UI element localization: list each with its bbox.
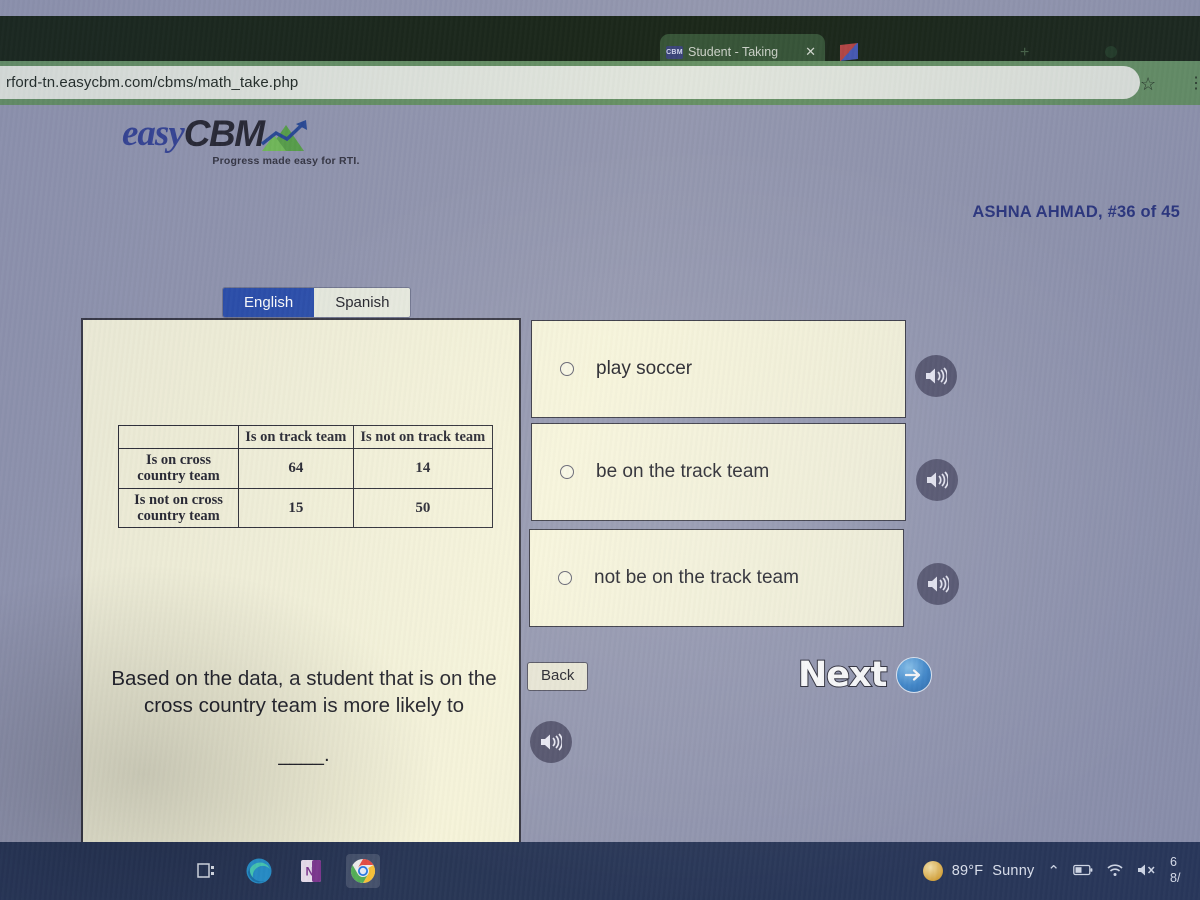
system-tray: 89°F Sunny ⌃ 6 8/ [922,855,1200,886]
page-content: easy CBM Progress made easy for RTI. ASH… [0,105,1200,861]
address-bar[interactable]: rford-tn.easycbm.com/cbms/math_take.php [0,66,1140,99]
clock-date: 8/ [1170,871,1181,885]
chevron-up-icon[interactable]: ⌃ [1047,864,1060,879]
cell-cc-nottrack: 14 [352,448,494,489]
battery-icon[interactable] [1073,864,1093,879]
clock-time: 6 [1170,855,1177,870]
bookmark-star-icon[interactable]: ☆ [1140,74,1156,95]
onenote-icon[interactable]: N [294,854,328,888]
speaker-glyph [927,471,948,489]
task-view-icon[interactable] [190,854,224,888]
tab-title: Student - Taking [688,45,779,59]
edge-glyph [246,858,272,884]
window-control-icon[interactable] [1105,46,1117,58]
row-header-not-cross-country: Is not on cross country team [118,487,239,529]
table-row: Is not on cross country team 15 50 [118,487,494,529]
table-row: Is on cross country team 64 14 [118,448,494,489]
cell-cc-track: 64 [238,448,354,489]
radio-button-1[interactable] [560,362,574,376]
easycbm-logo[interactable]: easy CBM Progress made easy for RTI. [122,115,372,167]
answer-option-3[interactable]: not be on the track team [529,529,904,627]
cell-notcc-track: 15 [238,487,354,529]
language-toggle: English Spanish [222,287,412,318]
answer-option-2-label: be on the track team [596,461,770,482]
taskbar-clock[interactable]: 6 8/ [1170,855,1192,886]
question-panel: Is on track team Is not on track team Is… [81,318,521,861]
logo-tagline: Progress made easy for RTI. [212,155,360,167]
cell-notcc-nottrack: 50 [352,487,494,529]
logo-cbm-text: CBM [183,113,265,154]
weather-widget[interactable]: 89°F Sunny [922,861,1035,881]
svg-text:N: N [306,865,315,879]
radio-button-2[interactable] [560,465,574,479]
battery-glyph [1073,864,1093,875]
browser-toolbar: rford-tn.easycbm.com/cbms/math_take.php … [0,61,1200,105]
arrow-glyph [904,669,920,681]
answer-option-3-label: not be on the track team [594,567,799,588]
task-view-glyph [197,863,214,878]
new-tab-icon[interactable]: + [1020,44,1029,62]
logo-easy-text: easy [122,113,185,154]
column-header-not-on-track: Is not on track team [352,424,494,450]
mountain-arrow-icon [260,118,312,152]
speaker-glyph [928,575,949,593]
windows-taskbar: N 89°F Sunny ⌃ 6 8/ [0,842,1200,900]
background-tab-2[interactable] [330,27,530,57]
table-header-row: Is on track team Is not on track team [118,424,494,450]
speaker-icon-question[interactable] [530,721,572,763]
speaker-icon-option-2[interactable] [916,459,958,501]
edge-icon[interactable] [242,854,276,888]
tab-english[interactable]: English [223,288,315,317]
row-header-cross-country: Is on cross country team [118,448,239,489]
sun-icon [922,861,943,881]
cbm-favicon-icon: CBM [666,45,683,59]
speaker-icon-option-3[interactable] [917,563,959,605]
back-button[interactable]: Back [527,662,589,691]
radio-button-3[interactable] [558,571,572,585]
answer-option-2[interactable]: be on the track team [531,423,906,521]
wifi-glyph [1107,863,1123,876]
next-button-label: Next [797,654,888,695]
next-button[interactable]: Next [797,654,933,695]
volume-muted-icon[interactable] [1137,863,1157,880]
two-way-data-table: Is on track team Is not on track team Is… [118,424,494,529]
speaker-glyph [541,733,562,751]
speaker-icon-option-1[interactable] [915,355,957,397]
url-text: rford-tn.easycbm.com/cbms/math_take.php [6,74,299,91]
taskbar-app-icons: N [190,854,380,888]
column-header-on-track: Is on track team [238,424,354,450]
chrome-glyph [350,859,376,883]
answer-option-1-label: play soccer [596,358,693,379]
wifi-icon[interactable] [1106,863,1124,880]
arrow-right-icon[interactable] [896,657,933,693]
weather-condition: Sunny [992,863,1035,879]
close-icon[interactable]: ✕ [802,44,819,60]
student-name-label: ASHNA AHMAD, #36 of 45 [972,203,1180,221]
speaker-glyph [926,367,947,385]
chrome-icon[interactable] [346,854,380,888]
tab-spanish[interactable]: Spanish [314,288,411,317]
volume-muted-glyph [1138,864,1155,875]
onenote-glyph: N [301,860,321,882]
question-blank: ____. [278,743,330,766]
browser-tab-strip: CBM Student - Taking ✕ + [0,16,1200,70]
browser-menu-icon[interactable]: ⋮ [1188,73,1200,93]
weather-temperature: 89°F [951,863,984,879]
table-corner-cell [118,424,239,450]
extension-icon[interactable] [840,43,858,61]
answer-option-1[interactable]: play soccer [531,320,906,418]
background-tab-1[interactable] [40,27,200,57]
question-prompt: Based on the data, a student that is on … [111,667,497,718]
